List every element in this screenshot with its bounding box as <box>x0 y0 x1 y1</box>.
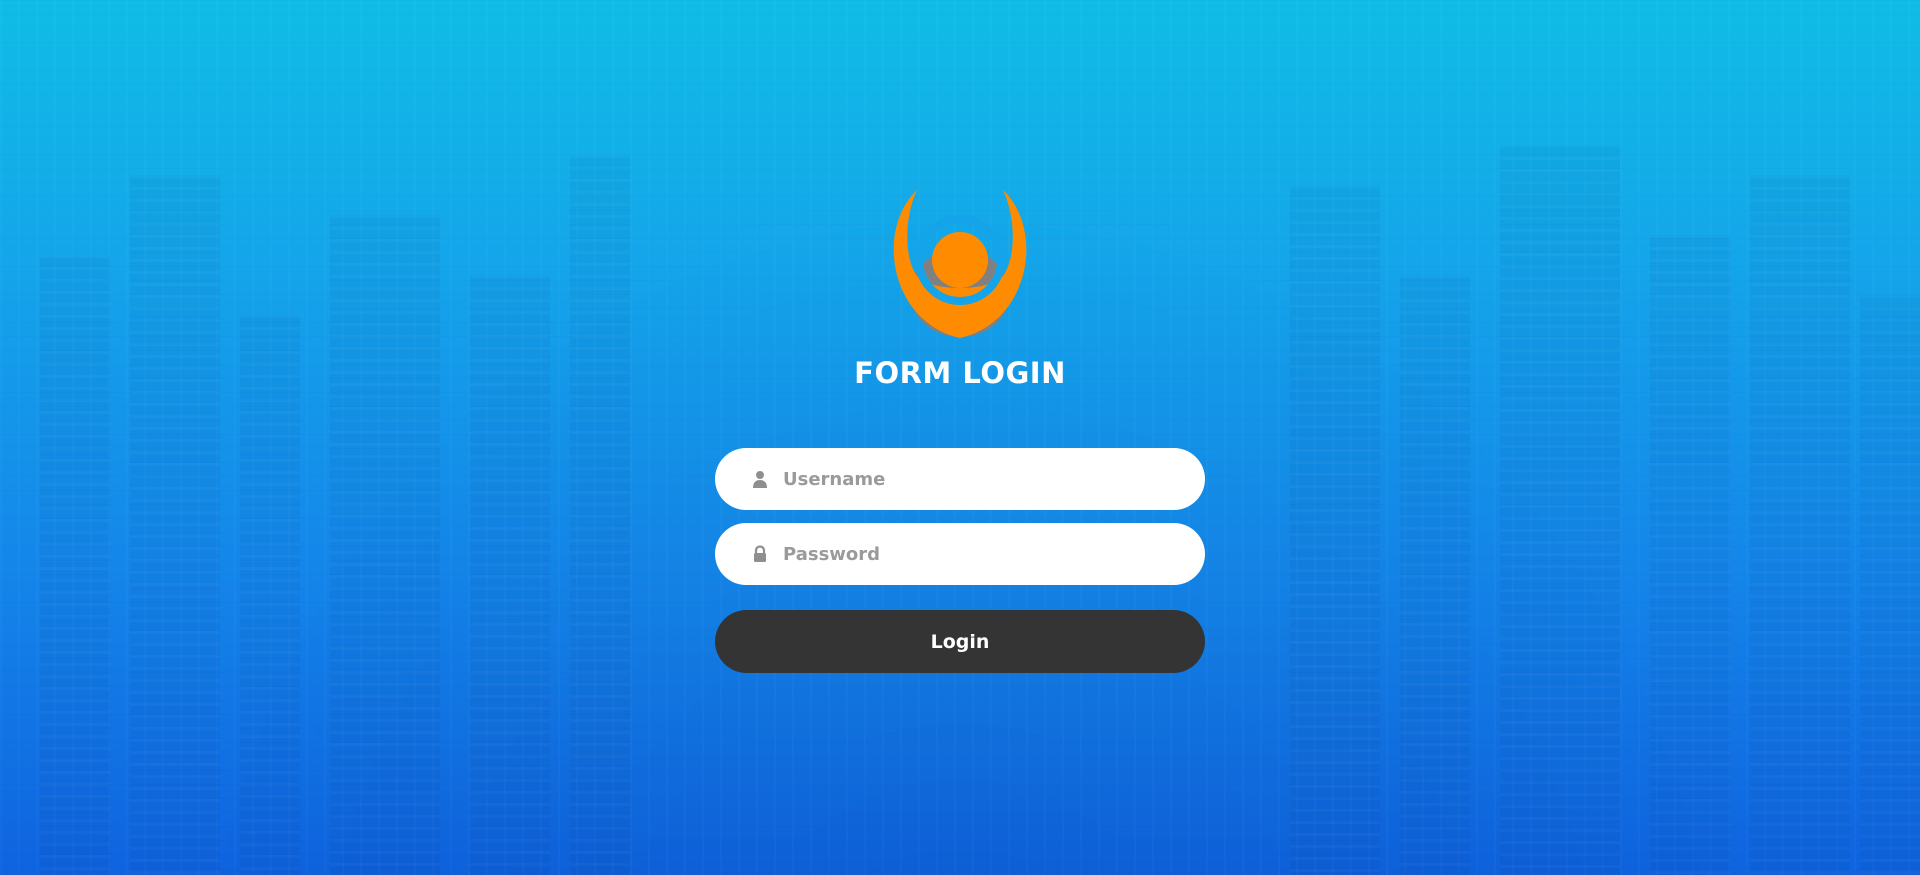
lock-icon <box>754 545 766 562</box>
login-form: FORM LOGIN Login <box>715 0 1205 673</box>
user-icon <box>753 471 767 488</box>
password-input[interactable] <box>781 533 1165 575</box>
username-field[interactable] <box>715 448 1205 510</box>
page-title: FORM LOGIN <box>854 356 1066 390</box>
person-logo-icon <box>893 190 1027 338</box>
username-input[interactable] <box>781 458 1165 500</box>
login-button[interactable]: Login <box>715 610 1205 673</box>
password-field[interactable] <box>715 523 1205 585</box>
